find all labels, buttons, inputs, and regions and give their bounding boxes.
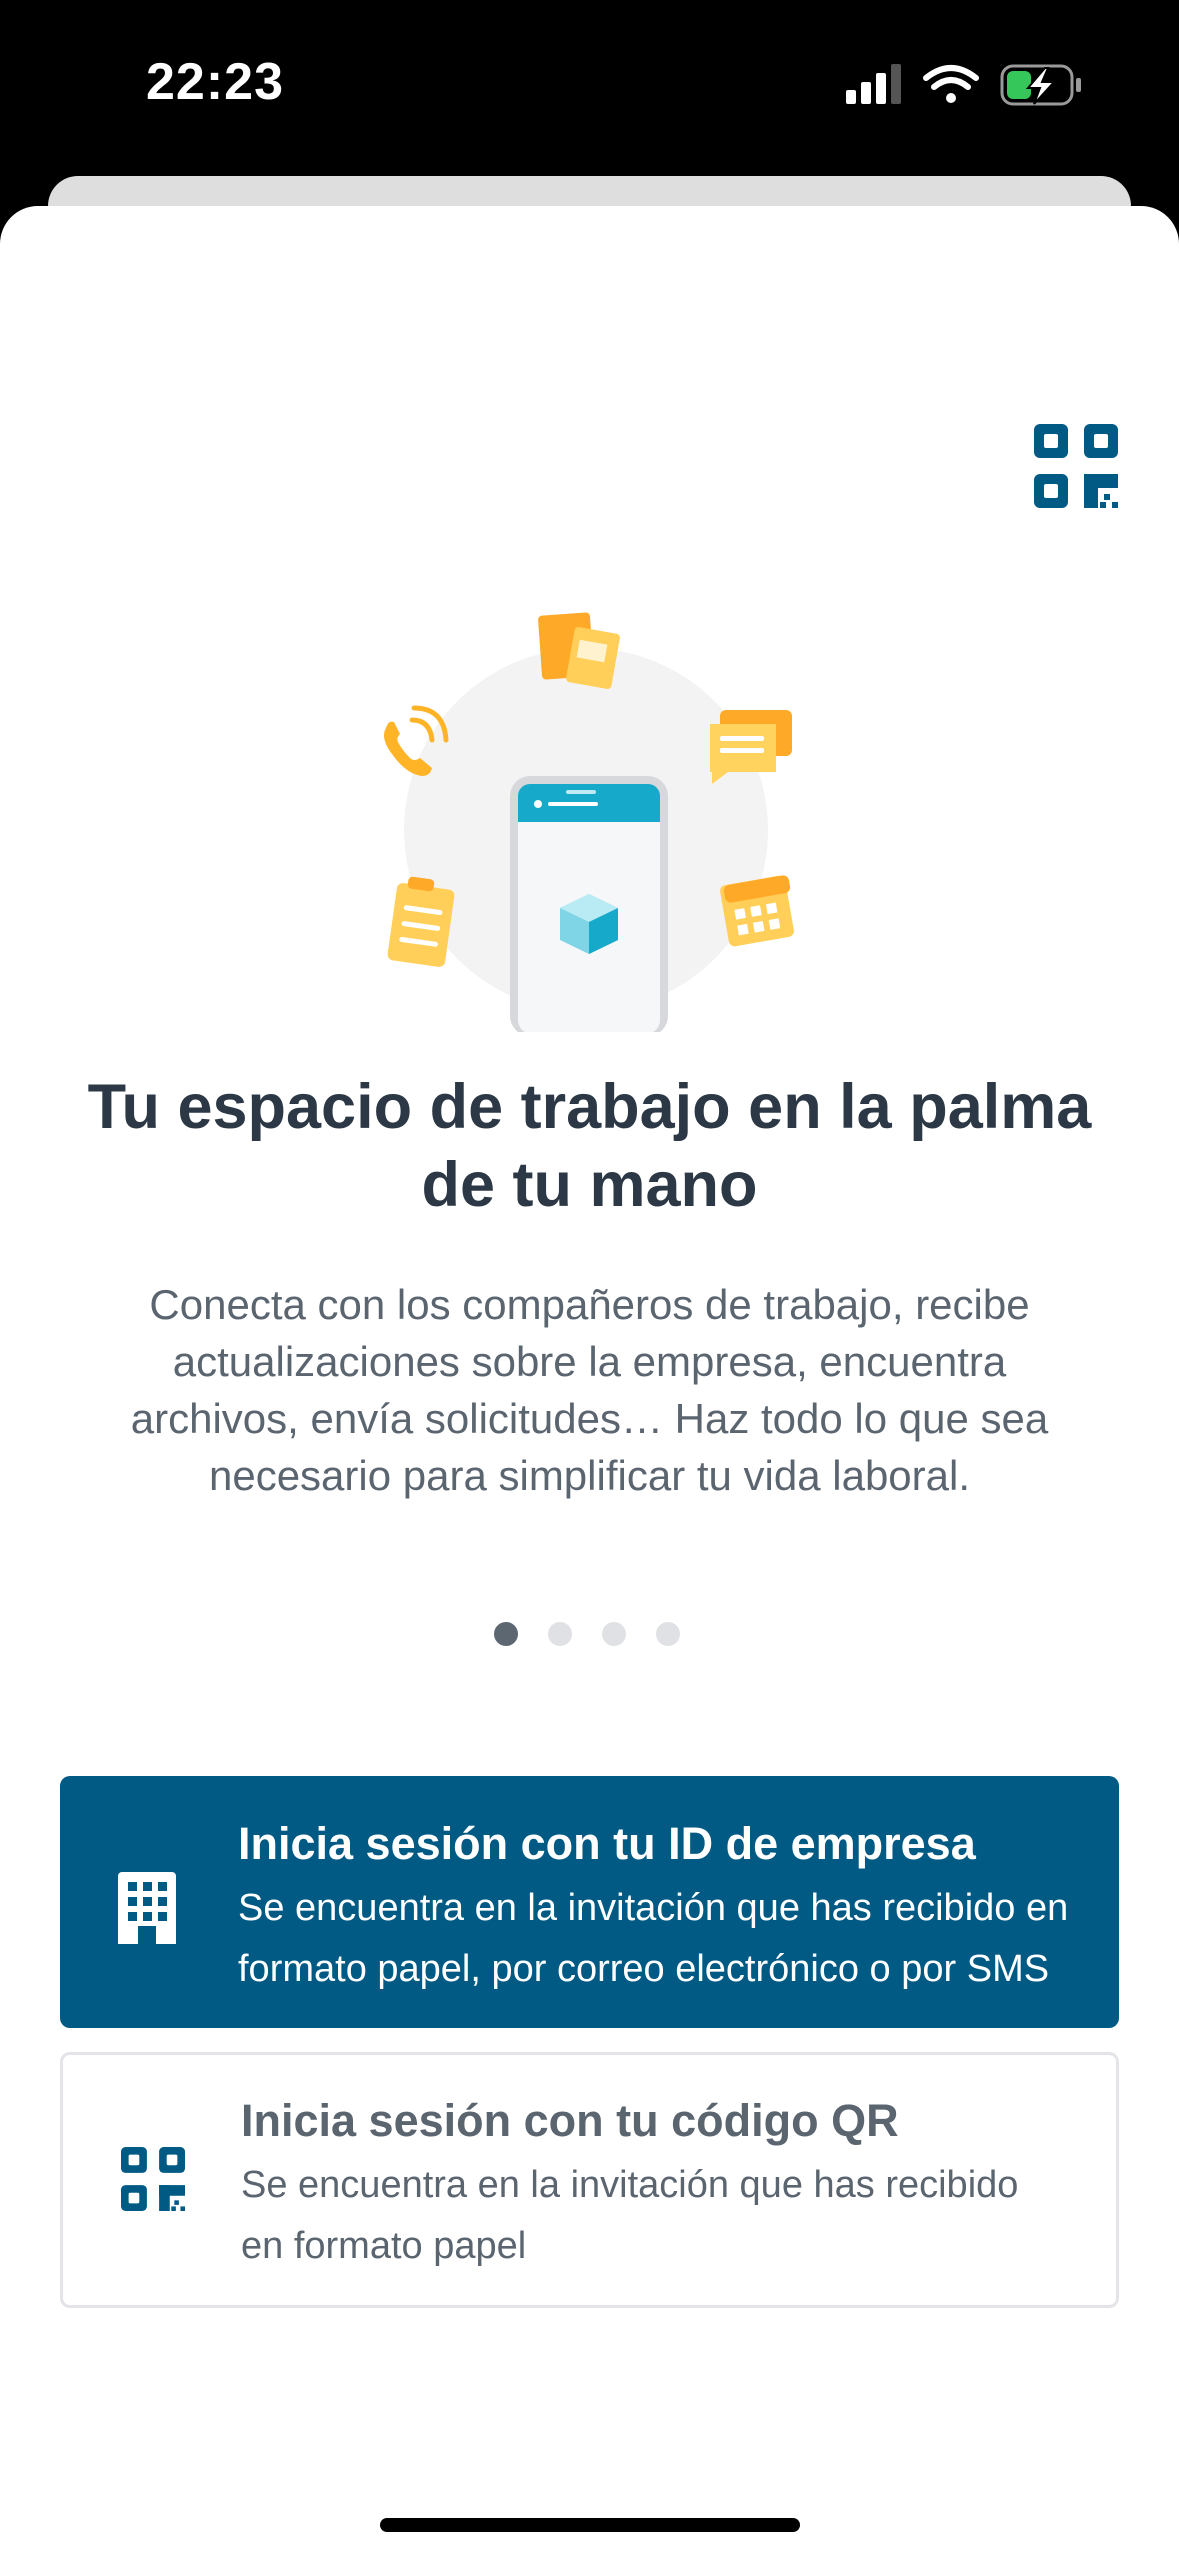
login-company-id-button[interactable]: Inicia sesión con tu ID de empresa Se en… xyxy=(60,1776,1119,2028)
description-line-4: necesario para simplificar tu vida labor… xyxy=(208,1452,971,1499)
qr-code-icon xyxy=(121,2147,185,2216)
hero-illustration xyxy=(370,612,810,1037)
description-line-1: Conecta con los compañeros de trabajo, r… xyxy=(149,1281,1030,1328)
login-qr-title: Inicia sesión con tu código QR xyxy=(241,2095,899,2146)
description-line-2: actualizaciones sobre la empresa, encuen… xyxy=(172,1338,1007,1385)
login-qr-subtitle: Se encuentra en la invitación que has re… xyxy=(241,2155,1101,2277)
page-dot[interactable] xyxy=(656,1622,680,1646)
description-line-3: archivos, envía solicitudes… Haz todo lo… xyxy=(130,1395,1049,1442)
title-line-1: Tu espacio de trabajo en la palma xyxy=(87,1072,1092,1142)
qr-scan-button[interactable] xyxy=(1034,424,1118,513)
login-company-subtitle-line-2: formato papel, por correo electrónico o … xyxy=(238,1948,1050,1990)
home-indicator[interactable] xyxy=(380,2518,800,2532)
login-company-subtitle-line-1: Se encuentra en la invitación que has re… xyxy=(238,1887,1069,1929)
page-dot[interactable] xyxy=(602,1622,626,1646)
battery-charging-icon xyxy=(1000,64,1081,106)
status-time: 22:23 xyxy=(146,53,284,111)
page-dot[interactable] xyxy=(548,1622,572,1646)
building-icon xyxy=(118,1872,176,1949)
onboarding-title: Tu espacio de trabajo en la palma de tu … xyxy=(40,1068,1139,1224)
page-indicator xyxy=(494,1622,680,1646)
qr-code-icon xyxy=(1034,424,1118,508)
login-company-title: Inicia sesión con tu ID de empresa xyxy=(238,1818,976,1869)
login-qr-subtitle-line-2: en formato papel xyxy=(241,2225,527,2267)
onboarding-description: Conecta con los compañeros de trabajo, r… xyxy=(80,1276,1099,1504)
page-dot-active[interactable] xyxy=(494,1622,518,1646)
login-qr-subtitle-line-1: Se encuentra en la invitación que has re… xyxy=(241,2164,1019,2206)
status-icons xyxy=(840,62,1090,115)
status-bar: 22:23 xyxy=(0,0,1179,180)
login-company-subtitle: Se encuentra en la invitación que has re… xyxy=(238,1878,1098,2000)
signal-icon xyxy=(846,64,901,104)
wifi-icon xyxy=(923,65,979,103)
title-line-2: de tu mano xyxy=(421,1150,758,1220)
login-qr-button[interactable]: Inicia sesión con tu código QR Se encuen… xyxy=(60,2052,1119,2308)
